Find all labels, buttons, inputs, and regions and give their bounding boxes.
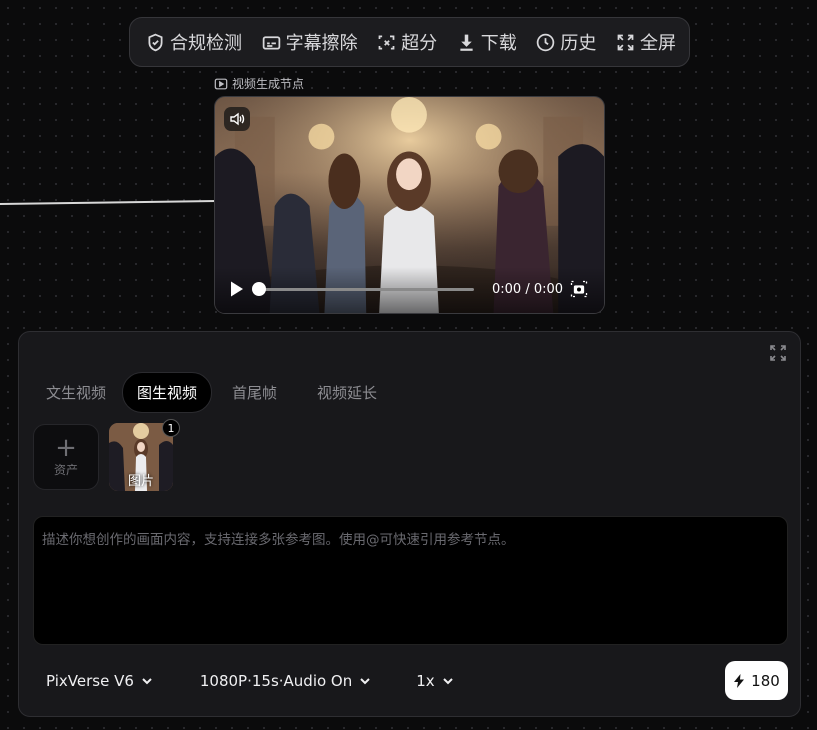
play-icon[interactable] — [229, 280, 245, 298]
fullscreen-label: 全屏 — [639, 33, 676, 54]
upscale-button[interactable]: 超分 — [376, 29, 437, 55]
plus-icon: + — [55, 432, 77, 463]
mode-tabs: 文生视频 图生视频 首尾帧 视频延长 — [32, 372, 391, 413]
options-row: PixVerse V6 1080P·15s·Audio On 1x — [33, 664, 467, 698]
progress-knob[interactable] — [252, 282, 266, 296]
snapshot-icon[interactable] — [570, 280, 588, 298]
upscale-label: 超分 — [401, 33, 438, 54]
upscale-icon — [378, 35, 395, 49]
history-label: 历史 — [560, 33, 597, 54]
tab-video-extend[interactable]: 视频延长 — [303, 373, 391, 412]
video-player[interactable]: 0:00 / 0:00 — [214, 96, 605, 314]
chevron-down-icon — [142, 678, 152, 685]
add-asset-label: 资产 — [53, 462, 78, 477]
download-label: 下载 — [480, 33, 517, 54]
count-select[interactable]: 1x — [403, 666, 466, 696]
settings-select-value: 1080P·15s·Audio On — [199, 672, 353, 690]
fullscreen-icon — [617, 34, 634, 50]
model-select-value: PixVerse V6 — [46, 672, 134, 690]
settings-select[interactable]: 1080P·15s·Audio On — [187, 666, 384, 696]
credits-value: 180 — [751, 671, 780, 690]
generate-button[interactable]: 180 — [725, 661, 788, 700]
lightning-icon — [734, 673, 745, 688]
volume-icon — [230, 112, 245, 126]
shield-check-icon — [148, 33, 163, 51]
node-toolbar: 合规检测 字幕擦除 超分 下载 历史 全屏 — [129, 17, 690, 67]
subtitle-erase-label: 字幕擦除 — [285, 33, 358, 54]
connection-edge — [0, 199, 216, 205]
node-title: 视频生成节点 — [214, 75, 304, 92]
history-button[interactable]: 历史 — [535, 29, 596, 55]
tab-first-last-frame[interactable]: 首尾帧 — [218, 373, 291, 412]
expand-icon[interactable] — [769, 344, 787, 362]
time-display: 0:00 / 0:00 — [492, 282, 564, 297]
compliance-check-button[interactable]: 合规检测 — [145, 29, 242, 55]
clock-icon — [537, 33, 555, 51]
tab-text-to-video[interactable]: 文生视频 — [32, 373, 120, 412]
add-asset-button[interactable]: + 资产 — [33, 424, 99, 490]
prompt-input[interactable] — [34, 517, 787, 644]
subtitles-icon — [262, 35, 280, 49]
image-count-badge: 1 — [162, 419, 180, 437]
download-button[interactable]: 下载 — [456, 29, 517, 55]
compliance-check-label: 合规检测 — [170, 33, 242, 54]
chevron-down-icon — [360, 678, 370, 685]
video-icon — [214, 78, 228, 89]
tab-image-to-video[interactable]: 图生视频 — [122, 372, 213, 413]
chevron-down-icon — [442, 678, 453, 685]
count-select-value: 1x — [416, 672, 435, 690]
volume-button[interactable] — [224, 107, 250, 131]
node-title-text: 视频生成节点 — [232, 77, 305, 91]
prompt-box — [33, 516, 788, 645]
progress-track[interactable] — [259, 288, 474, 291]
subtitle-erase-button[interactable]: 字幕擦除 — [261, 29, 358, 55]
generation-panel: 文生视频 图生视频 首尾帧 视频延长 + 资产 图片 1 PixVerse V6… — [18, 331, 801, 717]
download-icon — [460, 34, 473, 51]
image-label: 图片 — [127, 474, 154, 489]
fullscreen-button[interactable]: 全屏 — [615, 29, 676, 55]
model-select[interactable]: PixVerse V6 — [33, 666, 166, 696]
